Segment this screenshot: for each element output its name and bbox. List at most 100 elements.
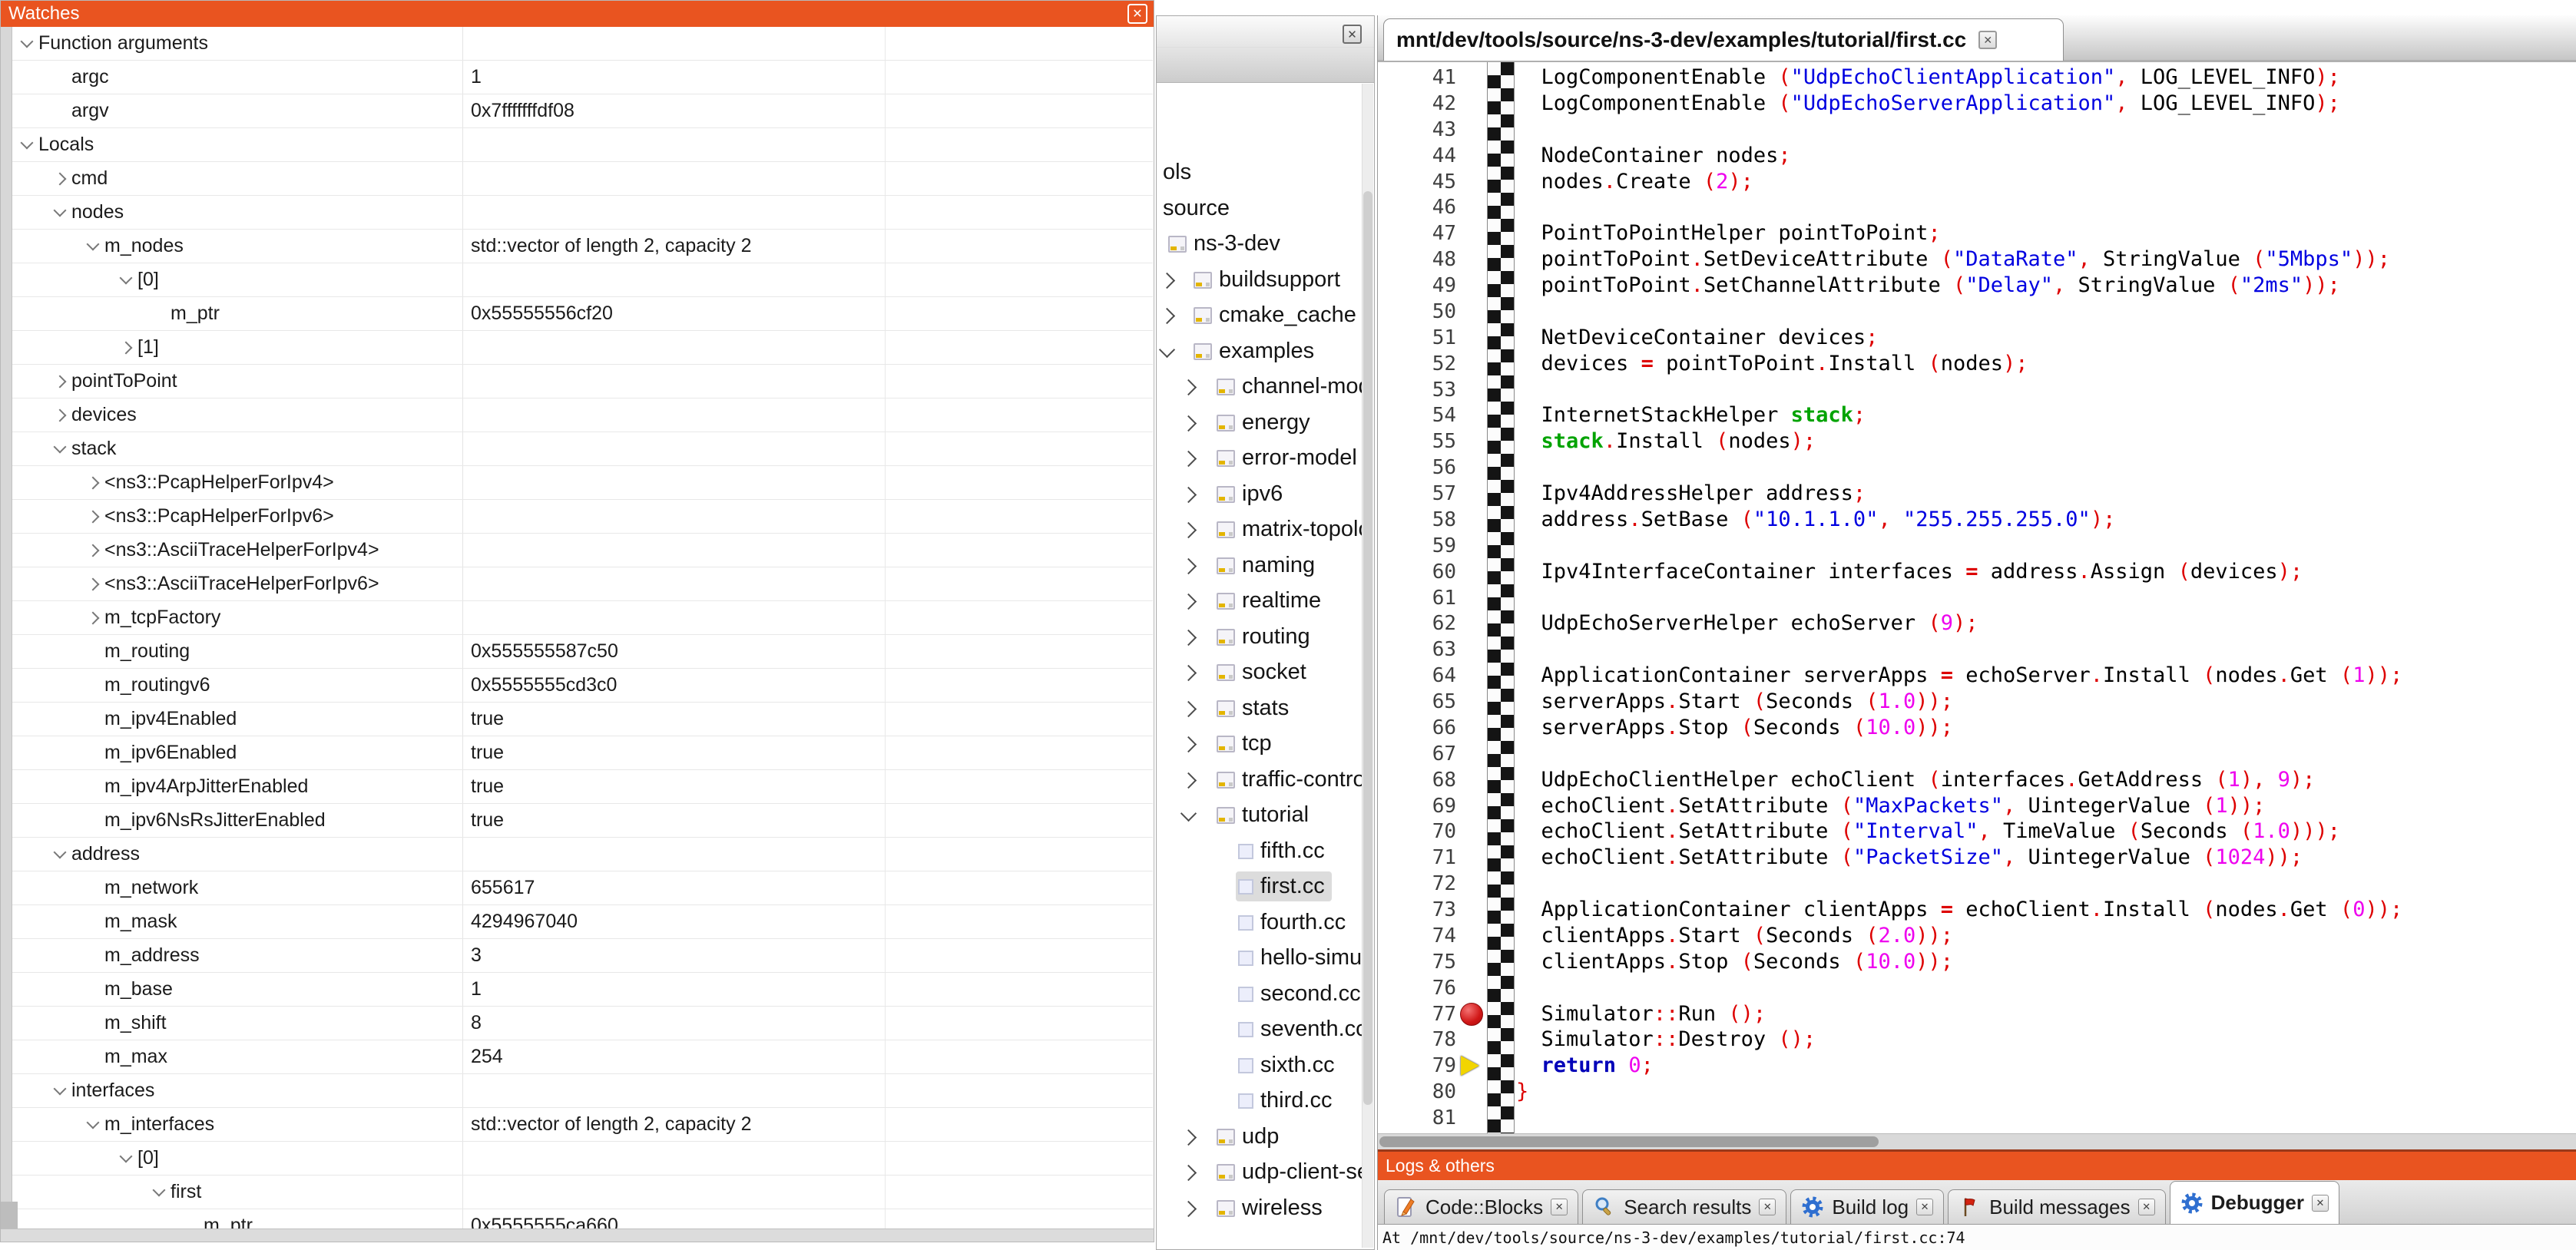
line-number[interactable]: 72	[1378, 871, 1456, 897]
chevron-right-icon[interactable]	[1180, 558, 1197, 574]
line-number[interactable]: 62	[1378, 610, 1456, 637]
chevron-right-icon[interactable]	[1159, 273, 1175, 289]
chevron-right-icon[interactable]	[1180, 1165, 1197, 1181]
tree-item-cmake-cache[interactable]: cmake_cache	[1157, 298, 1362, 333]
tree-item-second-cc[interactable]: second.cc	[1157, 977, 1362, 1012]
watch-row[interactable]: pointToPoint	[12, 365, 1153, 398]
watches-table[interactable]: Function argumentsargc1argv0x7fffffffdf0…	[12, 27, 1153, 1229]
tree-item-fourth-cc[interactable]: fourth.cc	[1157, 905, 1362, 941]
chevron-right-icon[interactable]	[48, 404, 71, 427]
line-number[interactable]: 42	[1378, 91, 1456, 117]
chevron-down-icon[interactable]	[81, 1113, 104, 1136]
watch-row[interactable]: interfaces	[12, 1074, 1153, 1108]
chevron-down-icon[interactable]	[114, 1147, 137, 1170]
chevron-right-icon[interactable]	[1180, 1129, 1197, 1146]
chevron-right-icon[interactable]	[1180, 379, 1197, 395]
watch-row[interactable]: nodes	[12, 196, 1153, 230]
tree-item-examples[interactable]: examples	[1157, 334, 1362, 369]
logs-tab-search-results[interactable]: Search results✕	[1582, 1189, 1786, 1224]
chevron-right-icon[interactable]	[1159, 308, 1175, 324]
line-number[interactable]: 50	[1378, 299, 1456, 325]
watch-row[interactable]: Function arguments	[12, 27, 1153, 61]
tree-item-buildsupport[interactable]: buildsupport	[1157, 263, 1362, 298]
tree-item-udp[interactable]: udp	[1157, 1119, 1362, 1155]
line-number[interactable]: 80	[1378, 1079, 1456, 1105]
tree-item-error-model[interactable]: error-model	[1157, 441, 1362, 476]
tree-item-sixth-cc[interactable]: sixth.cc	[1157, 1048, 1362, 1083]
watch-row[interactable]: m_ptr0x55555556cf20	[12, 297, 1153, 331]
watch-row[interactable]: m_ptr0x5555555ca660	[12, 1209, 1153, 1229]
watch-row[interactable]: Locals	[12, 128, 1153, 162]
tree-item-socket[interactable]: socket	[1157, 655, 1362, 690]
watch-row[interactable]: m_network655617	[12, 871, 1153, 905]
tree-item-first-cc[interactable]: first.cc	[1157, 869, 1362, 904]
line-number[interactable]: 59	[1378, 533, 1456, 559]
watch-row[interactable]: <ns3::AsciiTraceHelperForIpv4>	[12, 534, 1153, 567]
tree-item-realtime[interactable]: realtime	[1157, 584, 1362, 619]
chevron-down-icon[interactable]	[15, 134, 38, 157]
line-number[interactable]: 68	[1378, 767, 1456, 793]
tree-item-stats[interactable]: stats	[1157, 691, 1362, 726]
chevron-right-icon[interactable]	[48, 370, 71, 393]
watch-row[interactable]: m_tcpFactory	[12, 601, 1153, 635]
watches-left-scrollbar[interactable]	[1, 27, 12, 1229]
watch-row[interactable]: m_nodesstd::vector of length 2, capacity…	[12, 230, 1153, 263]
watch-row[interactable]: [0]	[12, 263, 1153, 297]
close-icon[interactable]: ✕	[1127, 4, 1147, 24]
watch-row[interactable]: argc1	[12, 61, 1153, 94]
chevron-right-icon[interactable]	[1180, 665, 1197, 681]
tree-item-hello-simul[interactable]: hello-simul	[1157, 941, 1362, 976]
chevron-right-icon[interactable]	[1180, 415, 1197, 432]
chevron-down-icon[interactable]	[48, 1080, 71, 1103]
line-number[interactable]: 71	[1378, 845, 1456, 871]
chevron-right-icon[interactable]	[81, 505, 104, 528]
watch-row[interactable]: <ns3::PcapHelperForIpv6>	[12, 500, 1153, 534]
line-number[interactable]: 60	[1378, 559, 1456, 585]
watch-row[interactable]: <ns3::AsciiTraceHelperForIpv6>	[12, 567, 1153, 601]
chevron-right-icon[interactable]	[1180, 701, 1197, 717]
line-number[interactable]: 65	[1378, 689, 1456, 715]
watch-row[interactable]: m_interfacesstd::vector of length 2, cap…	[12, 1108, 1153, 1142]
chevron-right-icon[interactable]	[81, 539, 104, 562]
line-number[interactable]: 47	[1378, 220, 1456, 246]
chevron-right-icon[interactable]	[81, 573, 104, 596]
chevron-right-icon[interactable]	[1180, 630, 1197, 646]
chevron-right-icon[interactable]	[81, 471, 104, 494]
breakpoint-icon[interactable]	[1460, 1003, 1483, 1026]
line-number[interactable]: 53	[1378, 377, 1456, 403]
tree-item-seventh-cc[interactable]: seventh.cc	[1157, 1012, 1362, 1047]
line-number[interactable]: 45	[1378, 169, 1456, 195]
logs-tab-build-messages[interactable]: Build messages✕	[1948, 1189, 2166, 1224]
chevron-down-icon[interactable]	[48, 843, 71, 866]
line-number[interactable]: 61	[1378, 585, 1456, 611]
editor-horizontal-scrollbar[interactable]	[1378, 1133, 2576, 1149]
line-number[interactable]: 58	[1378, 507, 1456, 533]
chevron-right-icon[interactable]	[1180, 594, 1197, 610]
watch-row[interactable]: cmd	[12, 162, 1153, 196]
chevron-down-icon[interactable]	[114, 269, 137, 292]
line-number[interactable]: 69	[1378, 793, 1456, 819]
close-icon[interactable]: ✕	[2312, 1195, 2329, 1212]
line-number[interactable]: 67	[1378, 741, 1456, 767]
tree-item-ols[interactable]: ols	[1157, 155, 1362, 190]
tree-item-traffic-contro[interactable]: traffic-contro	[1157, 762, 1362, 798]
watch-row[interactable]: m_ipv4Enabledtrue	[12, 703, 1153, 736]
chevron-right-icon[interactable]	[48, 167, 71, 190]
tree-item-source[interactable]: source	[1157, 191, 1362, 227]
line-number[interactable]: 64	[1378, 663, 1456, 689]
line-number[interactable]: 79	[1378, 1053, 1456, 1079]
tree-item-naming[interactable]: naming	[1157, 548, 1362, 584]
code-area[interactable]: 41 LogComponentEnable ("UdpEchoClientApp…	[1378, 62, 2576, 1134]
close-icon[interactable]: ✕	[2138, 1199, 2155, 1215]
chevron-down-icon[interactable]	[1159, 342, 1175, 358]
close-icon[interactable]: ✕	[1978, 31, 1997, 49]
tree-item-tutorial[interactable]: tutorial	[1157, 798, 1362, 833]
tree-item-routing[interactable]: routing	[1157, 620, 1362, 655]
chevron-right-icon[interactable]	[114, 336, 137, 359]
watch-row[interactable]: m_mask4294967040	[12, 905, 1153, 939]
watch-row[interactable]: m_max254	[12, 1040, 1153, 1074]
watches-titlebar[interactable]: Watches ✕	[1, 1, 1154, 27]
watch-row[interactable]: devices	[12, 398, 1153, 432]
watch-row[interactable]: address	[12, 838, 1153, 871]
logs-tab-debugger[interactable]: Debugger✕	[2170, 1181, 2339, 1224]
